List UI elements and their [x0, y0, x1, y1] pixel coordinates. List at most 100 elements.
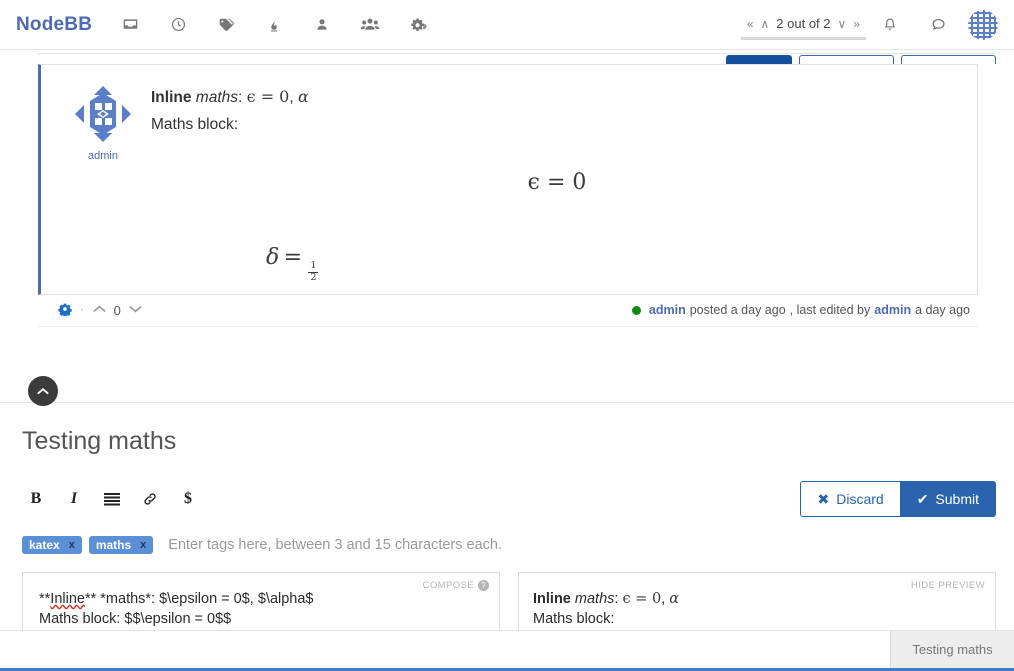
post-line-1: Inline maths: ϵ = 0, α — [151, 83, 963, 111]
preview-italic: maths — [574, 591, 615, 607]
display-math-2: δ = 1 2 — [151, 239, 963, 284]
flame-icon[interactable] — [250, 0, 298, 50]
editor-line-2: Maths block: $$\epsilon = 0$$ — [39, 611, 232, 627]
display-math-1: ϵ = 0 — [151, 164, 963, 203]
display-math-epsilon: ϵ = 0 — [527, 170, 587, 196]
group-icon[interactable] — [346, 0, 394, 50]
post-colon: : — [238, 89, 247, 106]
brand-logo[interactable]: NodeBB — [16, 14, 92, 36]
post-meta: admin posted a day ago , last edited by … — [631, 303, 970, 318]
gear-icon[interactable] — [58, 302, 72, 319]
help-icon[interactable]: ? — [478, 580, 489, 591]
editor-line1-suffix: ** *maths*: $\epsilon = 0$, $\alpha$ — [84, 591, 314, 607]
editor-line1-misspelled: Inline — [50, 591, 85, 607]
chat-bubble-icon[interactable] — [914, 0, 962, 50]
bold-icon[interactable]: B — [22, 485, 50, 513]
composer-toolbar: B I $ ✖ Discard ✔ Submit — [22, 478, 996, 520]
tag-chip[interactable]: maths x — [88, 536, 154, 554]
header-right: « ∧ 2 out of 2 ∨ » — [740, 0, 998, 50]
inline-math-alpha: α — [297, 87, 309, 106]
tertiary-button-partial[interactable] — [901, 55, 996, 64]
downvote-icon[interactable] — [128, 303, 143, 317]
pager-progress-bar — [740, 37, 866, 40]
topic-pagination[interactable]: « ∧ 2 out of 2 ∨ » — [740, 16, 866, 40]
composer-actions: ✖ Discard ✔ Submit — [800, 481, 996, 517]
post-math-comma: , — [289, 89, 298, 106]
check-icon: ✔ — [916, 490, 929, 507]
meta-edited-text: , last edited by — [789, 303, 871, 318]
meta-posted-text: posted a day ago — [689, 303, 786, 318]
display-math-fraction: 1 2 — [308, 260, 319, 284]
top-navbar: NodeBB « ∧ 2 out of 2 ∨ » — [0, 0, 1014, 50]
composer-panel: Testing maths B I $ ✖ Discard ✔ Submit k… — [0, 402, 1014, 671]
divider — [38, 53, 996, 54]
list-icon[interactable] — [98, 485, 126, 513]
secondary-button-partial[interactable] — [799, 55, 894, 64]
gears-icon[interactable] — [394, 0, 442, 50]
bell-icon[interactable] — [866, 0, 914, 50]
inbox-icon[interactable] — [106, 0, 154, 50]
format-tools: B I $ — [22, 485, 202, 513]
post-footer-tools: · 0 — [58, 302, 143, 319]
tag-remove-icon[interactable]: x — [69, 539, 75, 551]
editor-line-1: **Inline** *maths*: $\epsilon = 0$, $\al… — [39, 589, 485, 609]
fraction-numerator: 1 — [310, 260, 317, 272]
preview-line-2: Maths block: — [533, 611, 615, 627]
reply-button-partial[interactable] — [726, 55, 792, 64]
bottom-taskbar: Testing maths — [0, 630, 1014, 671]
user-avatar[interactable] — [968, 9, 998, 40]
upvote-icon[interactable] — [92, 303, 107, 317]
post-author-name[interactable]: admin — [55, 150, 151, 162]
preview-line-1: Inline maths: ϵ = 0, α — [533, 589, 981, 609]
fraction-denominator: 2 — [308, 271, 319, 283]
link-icon[interactable] — [136, 485, 164, 513]
online-status-icon — [631, 305, 641, 315]
post: admin Inline maths: ϵ = 0, α Maths block… — [38, 64, 978, 295]
math-dollar-icon[interactable]: $ — [174, 485, 202, 513]
hide-preview-label: HIDE PREVIEW — [911, 580, 985, 591]
submit-label: Submit — [935, 491, 979, 507]
discard-button[interactable]: ✖ Discard — [800, 481, 901, 517]
scroll-to-top-button[interactable] — [28, 376, 58, 406]
tag-label: maths — [95, 538, 132, 552]
preview-inline-math-epsilon: ϵ = 0 — [622, 591, 662, 607]
hide-preview-button[interactable]: HIDE PREVIEW — [911, 580, 985, 591]
display-math-delta: δ — [266, 244, 280, 270]
vote-count: 0 — [113, 302, 121, 318]
post-line-2: Maths block: — [151, 116, 239, 134]
editor-line1-prefix: ** — [39, 591, 51, 607]
post-tools-row-partial — [38, 50, 996, 64]
tags-icon[interactable] — [202, 0, 250, 50]
meta-edited-author[interactable]: admin — [874, 303, 911, 317]
meta-posted-author[interactable]: admin — [649, 303, 686, 317]
tag-label: katex — [29, 538, 60, 552]
tags-input-row[interactable]: katex x maths x Enter tags here, between… — [22, 534, 996, 556]
tags-placeholder[interactable]: Enter tags here, between 3 and 15 charac… — [168, 537, 502, 553]
preview-bold: Inline — [533, 591, 571, 607]
post-author-column: admin — [55, 81, 151, 284]
vote-controls: 0 — [92, 303, 143, 318]
user-icon[interactable] — [298, 0, 346, 50]
compose-label: COMPOSE ? — [423, 580, 489, 591]
italic-icon[interactable]: I — [60, 485, 88, 513]
tag-remove-icon[interactable]: x — [140, 539, 146, 551]
post-footer: · 0 admin posted a day ago , last edited… — [38, 295, 978, 327]
post-bold-text: Inline — [151, 89, 192, 106]
meta-edited-time: a day ago — [915, 303, 970, 318]
submit-button[interactable]: ✔ Submit — [900, 481, 996, 517]
pager-last-icon[interactable]: » — [853, 18, 860, 30]
pager-prev-icon[interactable]: ∧ — [761, 18, 770, 30]
primary-nav — [106, 0, 442, 50]
draft-tab[interactable]: Testing maths — [890, 631, 1014, 668]
close-icon: ✖ — [817, 490, 830, 507]
inline-math-epsilon: ϵ = 0 — [246, 87, 290, 106]
avatar[interactable] — [72, 83, 134, 145]
post-italic-text: maths — [195, 89, 239, 106]
pager-first-icon[interactable]: « — [747, 18, 754, 30]
clock-icon[interactable] — [154, 0, 202, 50]
composer-title[interactable]: Testing maths — [22, 427, 996, 456]
post-container: admin Inline maths: ϵ = 0, α Maths block… — [38, 64, 978, 295]
pager-next-icon[interactable]: ∨ — [838, 18, 847, 30]
tag-chip[interactable]: katex x — [22, 536, 82, 554]
page-content: admin Inline maths: ϵ = 0, α Maths block… — [0, 50, 1014, 671]
